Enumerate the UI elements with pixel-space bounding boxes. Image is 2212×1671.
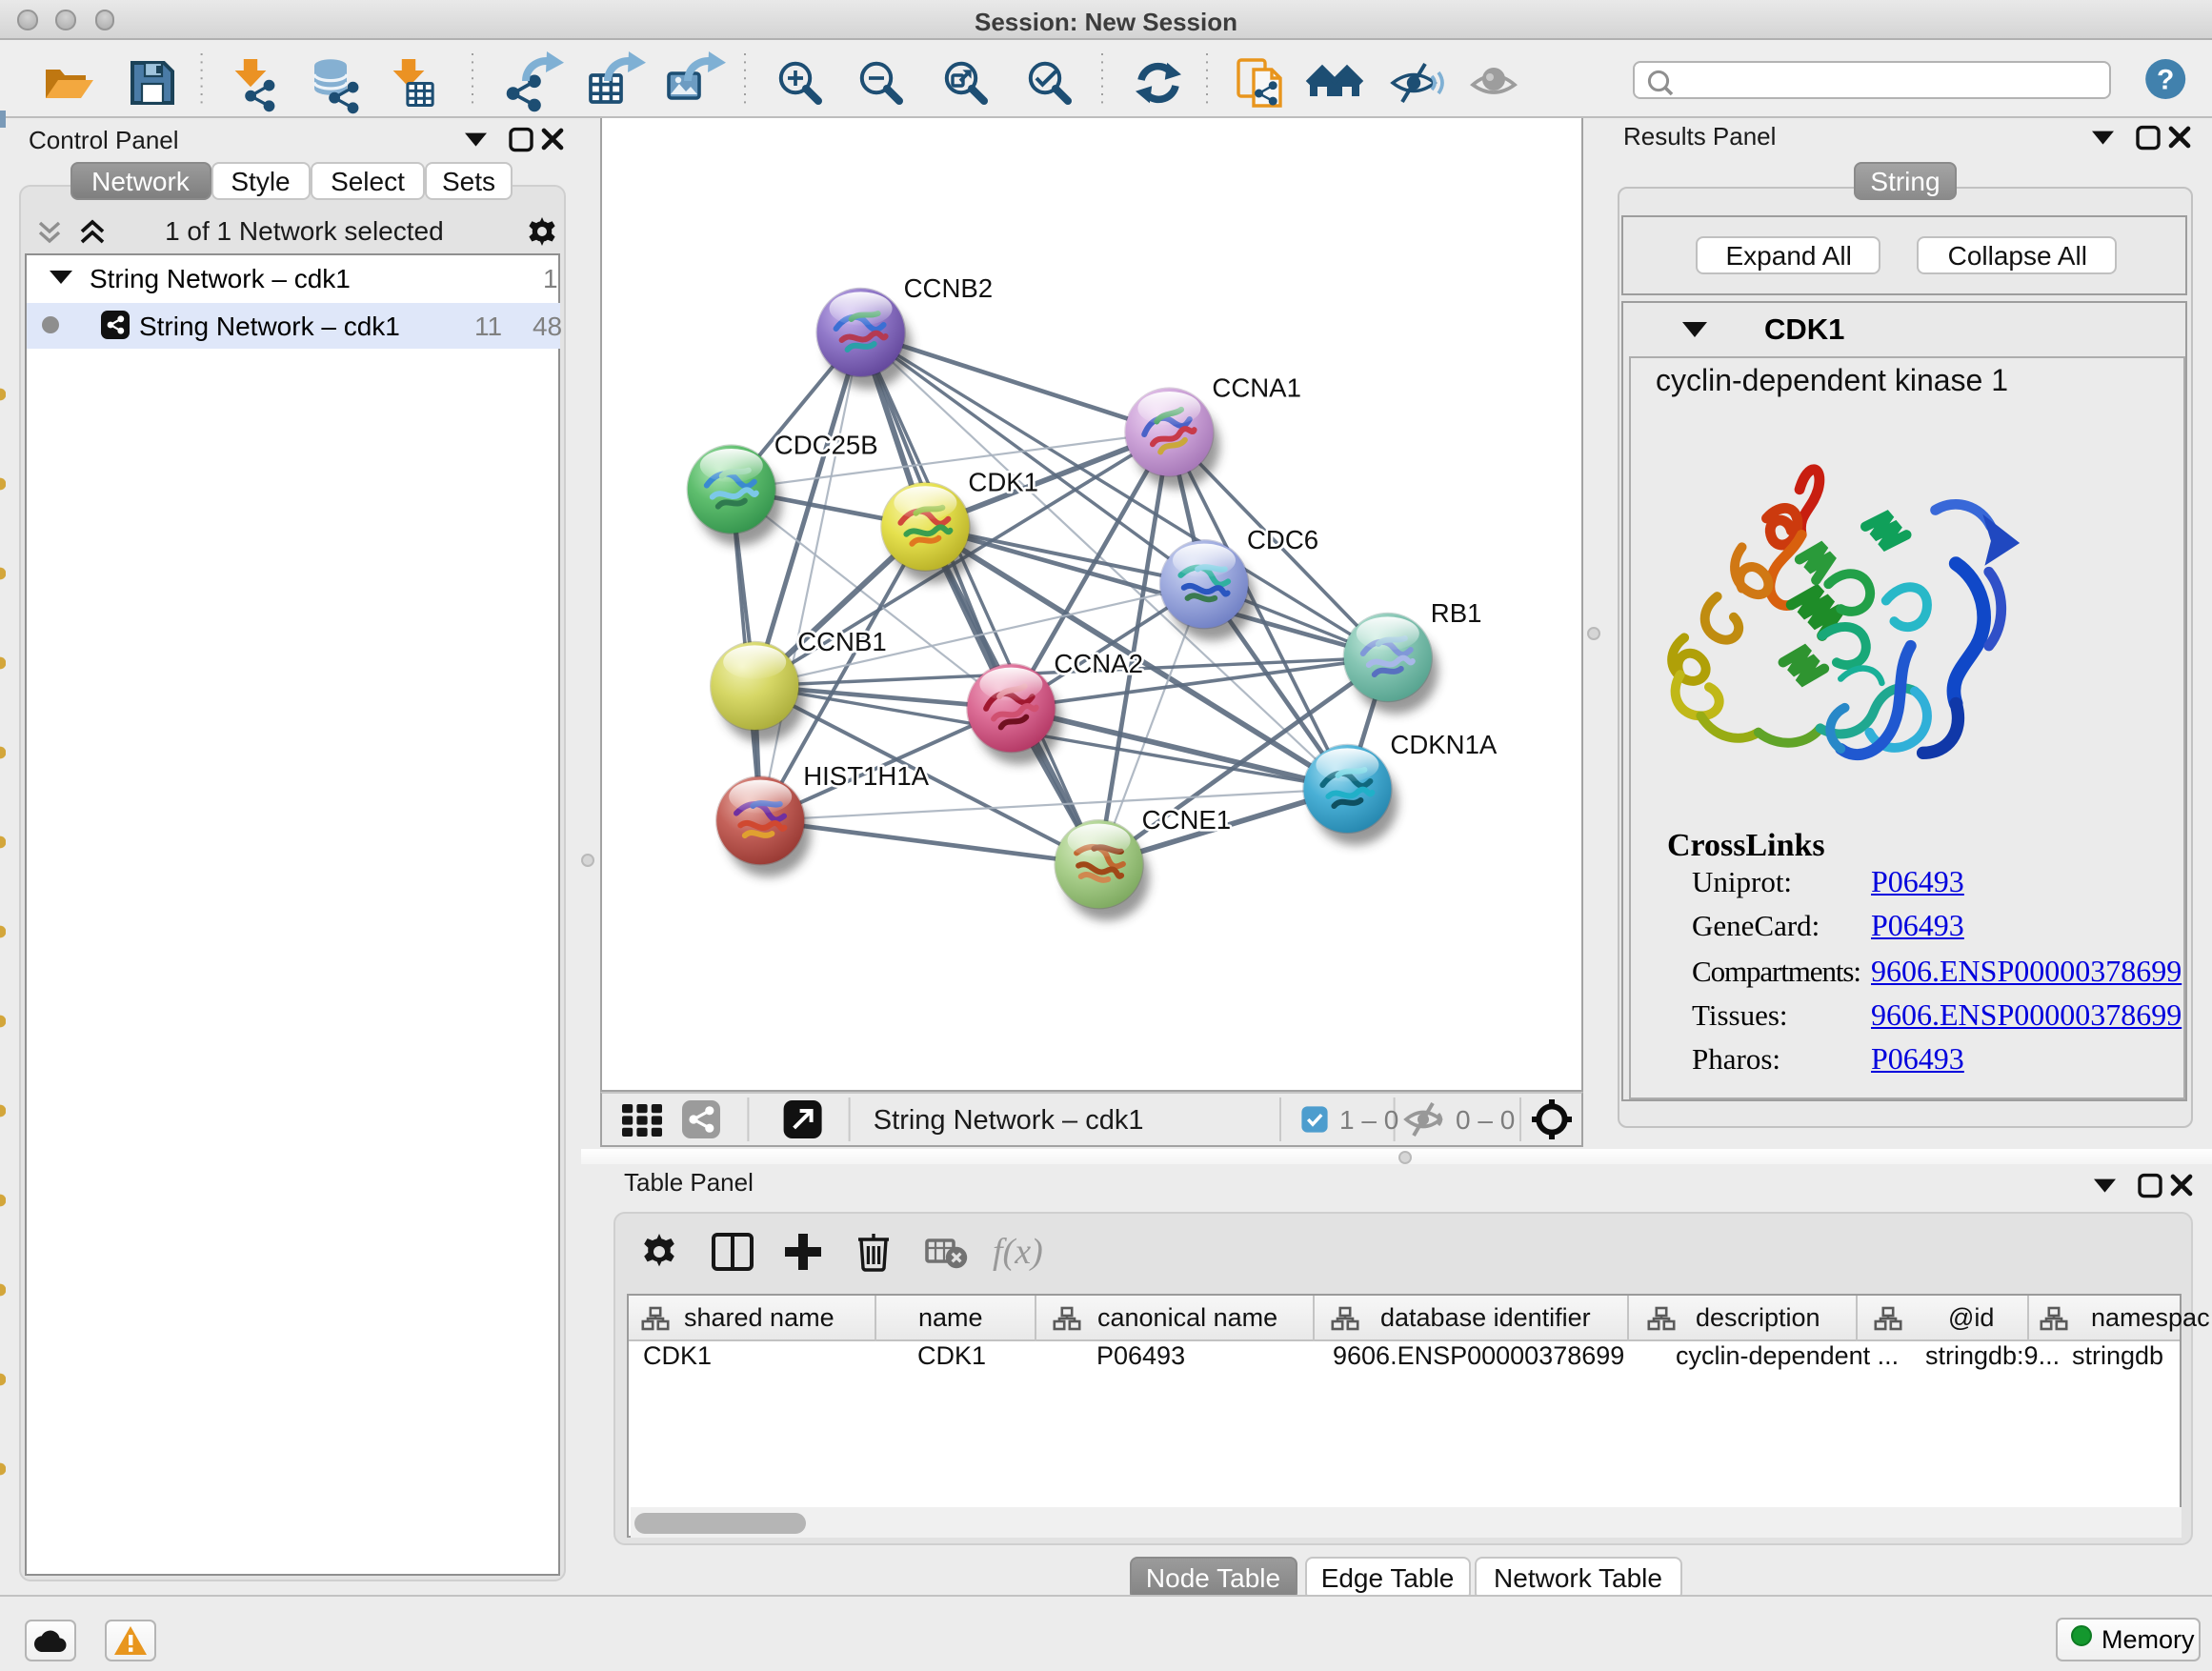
svg-text:RB1: RB1 bbox=[1430, 598, 1481, 628]
svg-text:HIST1H1A: HIST1H1A bbox=[803, 761, 929, 791]
svg-text:CDK1: CDK1 bbox=[968, 468, 1038, 497]
svg-text:CCNB2: CCNB2 bbox=[903, 273, 993, 303]
svg-text:CDC6: CDC6 bbox=[1247, 525, 1318, 554]
svg-text:CCNE1: CCNE1 bbox=[1141, 805, 1231, 835]
svg-text:CDKN1A: CDKN1A bbox=[1390, 730, 1498, 759]
svg-text:0 – 0: 0 – 0 bbox=[1456, 1106, 1515, 1136]
svg-text:1 – 0: 1 – 0 bbox=[1339, 1106, 1398, 1136]
svg-text:CDC25B: CDC25B bbox=[774, 430, 877, 459]
svg-text:f(x): f(x) bbox=[992, 1232, 1042, 1272]
svg-text:String Network – cdk1: String Network – cdk1 bbox=[873, 1106, 1143, 1137]
svg-text:CCNA1: CCNA1 bbox=[1212, 372, 1301, 402]
svg-text:CCNA2: CCNA2 bbox=[1054, 649, 1143, 678]
svg-text:CCNB1: CCNB1 bbox=[797, 627, 887, 656]
svg-text:?: ? bbox=[2157, 64, 2174, 95]
